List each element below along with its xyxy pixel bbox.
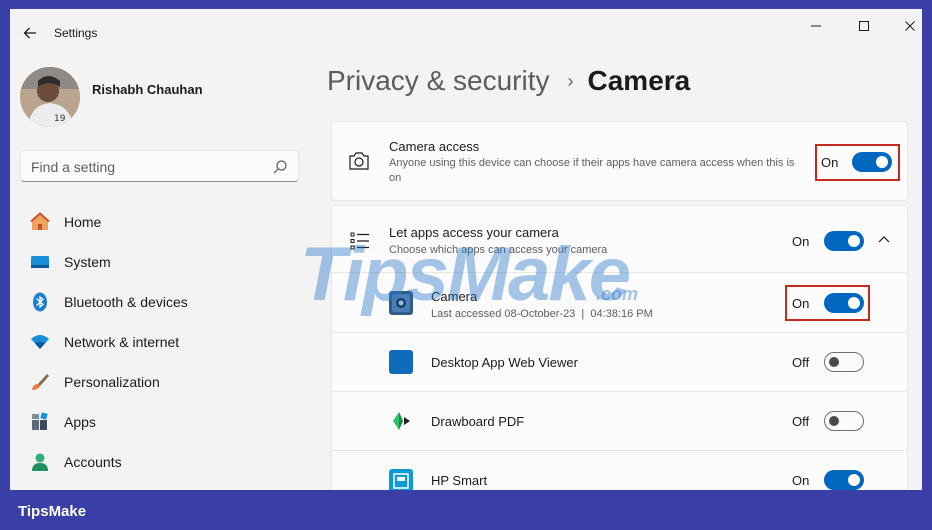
apps-icon	[30, 412, 50, 432]
let-apps-description: Choose which apps can access your camera	[389, 244, 608, 256]
sidebar-item-apps[interactable]: Apps	[20, 402, 300, 442]
svg-text:19: 19	[54, 114, 66, 124]
close-icon	[905, 21, 915, 31]
hp-smart-icon	[389, 469, 413, 490]
camera-icon	[349, 152, 369, 170]
sidebar-item-bluetooth[interactable]: Bluetooth & devices	[20, 282, 300, 322]
sidebar-item-system[interactable]: System	[20, 242, 300, 282]
let-apps-state: On	[792, 234, 810, 249]
app-row-hp-smart: HP Smart On	[331, 451, 908, 490]
search-input[interactable]	[31, 157, 261, 177]
sidebar-item-label: Personalization	[64, 374, 160, 390]
drawboard-toggle[interactable]	[824, 411, 864, 431]
app-row-drawboard: Drawboard PDF Off	[331, 392, 908, 451]
person-icon	[30, 452, 50, 472]
wifi-icon	[30, 332, 50, 352]
bluetooth-icon	[30, 292, 50, 312]
camera-access-state: On	[821, 155, 839, 170]
app-state: Off	[792, 355, 810, 370]
user-name: Rishabh Chauhan	[92, 82, 203, 97]
sidebar-item-personalization[interactable]: Personalization	[20, 362, 300, 402]
let-apps-title: Let apps access your camera	[389, 225, 559, 240]
camera-access-card: Camera access Anyone using this device c…	[331, 121, 908, 201]
let-apps-toggle[interactable]	[824, 231, 864, 251]
avatar[interactable]: 19	[20, 67, 80, 127]
app-state: On	[792, 473, 810, 488]
footer-brand: TipsMake	[18, 503, 87, 520]
app-name: Desktop App Web Viewer	[431, 355, 578, 370]
search-icon[interactable]	[272, 159, 288, 175]
breadcrumb-separator: ›	[567, 70, 574, 91]
settings-window: Settings 19 Rishabh Chauhan Find a setti…	[10, 9, 922, 490]
app-last-accessed: Last accessed 08-October-23 | 04:38:16 P…	[431, 308, 653, 320]
sidebar-item-network[interactable]: Network & internet	[20, 322, 300, 362]
web-viewer-icon	[389, 350, 413, 374]
title-bar: Settings	[10, 9, 922, 57]
sidebar-item-accounts[interactable]: Accounts	[20, 442, 300, 482]
chevron-up-icon[interactable]	[878, 235, 890, 245]
app-state: On	[792, 296, 810, 311]
camera-access-title: Camera access	[389, 139, 480, 154]
app-row-web-viewer: Desktop App Web Viewer Off	[331, 333, 908, 392]
breadcrumb-parent[interactable]: Privacy & security	[327, 65, 550, 97]
back-arrow-icon	[23, 27, 36, 39]
sidebar-item-label: Apps	[64, 414, 96, 430]
hp-smart-toggle[interactable]	[824, 470, 864, 490]
camera-app-toggle[interactable]	[824, 293, 864, 313]
sidebar-item-label: Accounts	[64, 454, 122, 470]
system-icon	[30, 252, 50, 272]
back-button[interactable]	[18, 21, 42, 45]
app-row-camera: Camera Last accessed 08-October-23 | 04:…	[331, 273, 908, 333]
minimize-button[interactable]	[796, 13, 836, 39]
list-icon	[350, 232, 369, 250]
breadcrumb: Privacy & security › Camera	[327, 65, 690, 97]
maximize-icon	[859, 21, 869, 31]
sidebar-nav: Home System Bluetooth & devices Network …	[20, 202, 300, 482]
brush-icon	[30, 372, 50, 392]
maximize-button[interactable]	[844, 13, 884, 39]
sidebar-item-label: System	[64, 254, 111, 270]
minimize-icon	[811, 25, 821, 27]
page-title: Camera	[587, 65, 691, 96]
camera-access-description: Anyone using this device can choose if t…	[389, 157, 795, 184]
app-name: HP Smart	[431, 473, 488, 488]
close-button[interactable]	[890, 13, 922, 39]
drawboard-icon	[393, 412, 410, 430]
search-box[interactable]	[20, 150, 299, 182]
app-name: Camera	[431, 289, 478, 304]
sidebar-item-label: Network & internet	[64, 334, 180, 350]
let-apps-card[interactable]: Let apps access your camera Choose which…	[331, 205, 908, 273]
camera-app-icon	[389, 291, 413, 315]
app-state: Off	[792, 414, 810, 429]
app-title: Settings	[54, 26, 98, 40]
home-icon	[30, 212, 50, 232]
sidebar-item-label: Home	[64, 214, 102, 230]
sidebar-item-home[interactable]: Home	[20, 202, 300, 242]
app-name: Drawboard PDF	[431, 414, 525, 429]
sidebar-item-label: Bluetooth & devices	[64, 294, 188, 310]
camera-access-toggle[interactable]	[852, 152, 892, 172]
web-viewer-toggle[interactable]	[824, 352, 864, 372]
